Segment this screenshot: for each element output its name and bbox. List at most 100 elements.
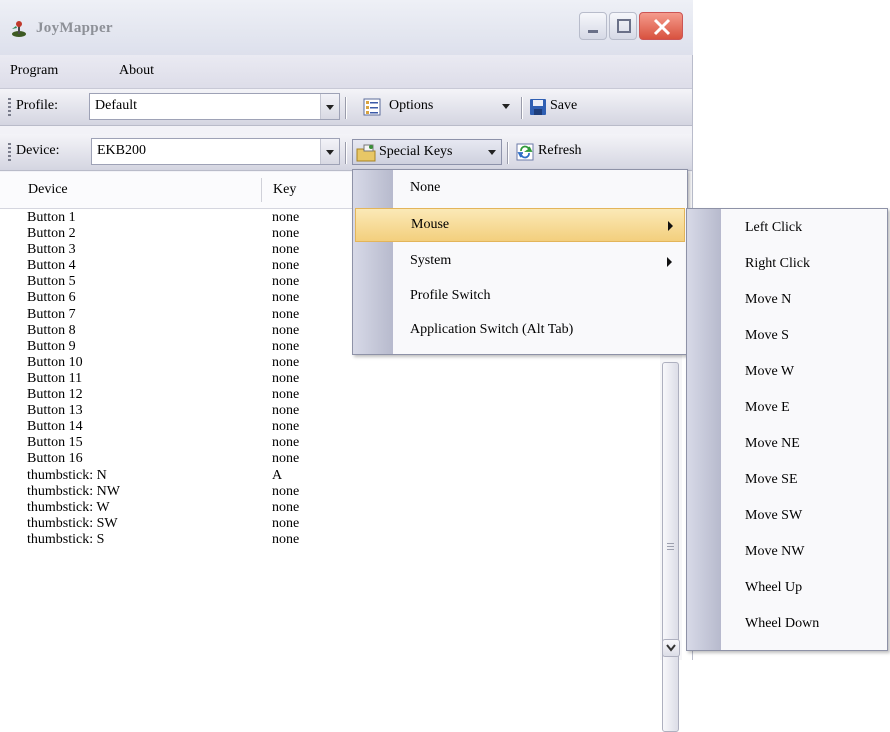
key-cell: none (272, 435, 300, 451)
submenu-item-label: Move E (745, 400, 790, 415)
device-cell: thumbstick: NW (27, 483, 120, 499)
special-keys-menu: None Mouse System Profile Switch Applica… (352, 169, 688, 355)
submenu-item[interactable]: Wheel Up (689, 571, 885, 605)
key-cell: A (272, 467, 283, 483)
toolbar-grip[interactable] (8, 98, 11, 118)
window-title: JoyMapper (36, 20, 113, 36)
profile-combobox[interactable]: Default (89, 93, 340, 120)
submenu-item[interactable]: Left Click (689, 211, 885, 245)
menu-item-profile-switch[interactable]: Profile Switch (355, 280, 685, 314)
key-cell: none (272, 274, 300, 290)
profile-value: Default (95, 98, 137, 113)
scroll-down-button[interactable] (662, 639, 680, 657)
device-combobox[interactable]: EKB200 (91, 138, 340, 165)
menu-program[interactable]: Program (10, 63, 58, 79)
submenu-item-label: Move SE (745, 472, 798, 487)
key-cell: none (272, 354, 300, 370)
profile-toolbar: Profile: Default Options Save (0, 89, 692, 126)
key-cell: none (272, 403, 300, 419)
chevron-down-icon (666, 644, 676, 652)
options-button[interactable]: Options (359, 94, 524, 120)
submenu-item[interactable]: Move N (689, 283, 885, 317)
toolbar-separator (507, 142, 509, 164)
device-label: Device: (16, 143, 60, 158)
key-cell: none (272, 483, 300, 499)
key-cell: none (272, 387, 300, 403)
menu-item-application-switch[interactable]: Application Switch (Alt Tab) (355, 314, 685, 348)
key-cell: none (272, 338, 300, 354)
column-divider[interactable] (261, 178, 262, 202)
floppy-disk-icon (530, 99, 546, 115)
chevron-down-icon[interactable] (320, 139, 339, 164)
device-toolbar: Device: EKB200 Special Keys Refresh (0, 134, 692, 171)
close-button[interactable] (639, 12, 683, 40)
chevron-down-icon (502, 104, 510, 109)
device-cell: Button 14 (27, 419, 83, 435)
device-cell: Button 7 (27, 306, 76, 322)
device-value: EKB200 (97, 143, 146, 158)
submenu-item[interactable]: Wheel Down (689, 607, 885, 641)
special-keys-button[interactable]: Special Keys (352, 139, 502, 165)
device-cell: Button 4 (27, 258, 76, 274)
submenu-item-label: Left Click (745, 220, 803, 235)
submenu-item[interactable]: Move W (689, 355, 885, 389)
device-cell: thumbstick: N (27, 467, 107, 483)
menu-about[interactable]: About (119, 63, 154, 79)
key-cell: none (272, 515, 300, 531)
submenu-item-label: Move NE (745, 436, 800, 451)
close-icon (653, 18, 671, 36)
column-header-key[interactable]: Key (273, 182, 296, 198)
submenu-item-label: Move N (745, 292, 792, 307)
title-bar[interactable]: JoyMapper (0, 0, 693, 55)
menu-item-label: None (410, 180, 441, 195)
save-button[interactable]: Save (525, 94, 605, 120)
menu-item-mouse[interactable]: Mouse (355, 208, 685, 242)
key-cell: none (272, 499, 300, 515)
column-header-device[interactable]: Device (28, 182, 68, 198)
scrollbar-thumb[interactable] (662, 362, 679, 732)
options-list-icon (363, 98, 381, 116)
submenu-item[interactable]: Move SW (689, 499, 885, 533)
key-cell: none (272, 419, 300, 435)
key-cell: none (272, 258, 300, 274)
toolbar-grip[interactable] (8, 143, 11, 163)
device-cell: Button 8 (27, 322, 76, 338)
chevron-right-icon (668, 221, 673, 231)
chevron-right-icon (667, 257, 672, 267)
submenu-item[interactable]: Move E (689, 391, 885, 425)
submenu-item[interactable]: Move NW (689, 535, 885, 569)
menu-item-none[interactable]: None (355, 172, 685, 206)
submenu-item[interactable]: Move NE (689, 427, 885, 461)
toolbar-separator (345, 142, 347, 164)
grip-icon (667, 543, 674, 550)
submenu-item-label: Wheel Up (745, 580, 803, 595)
key-cell: none (272, 290, 300, 306)
refresh-button[interactable]: Refresh (512, 139, 612, 165)
menu-item-label: System (410, 253, 452, 268)
device-cell: Button 16 (27, 451, 83, 467)
toolbar-separator (521, 97, 523, 119)
device-cell: Button 9 (27, 338, 76, 354)
mouse-submenu: Left Click Right Click Move N Move S Move W M… (686, 208, 888, 651)
options-label: Options (389, 98, 434, 113)
key-cell: none (272, 306, 300, 322)
submenu-item[interactable]: Move S (689, 319, 885, 353)
key-cell: none (272, 531, 300, 547)
maximize-icon (617, 19, 631, 33)
menu-bar: Program About (0, 55, 692, 89)
minimize-button[interactable] (579, 12, 607, 40)
device-cell: thumbstick: S (27, 531, 105, 547)
minimize-icon (588, 30, 598, 33)
chevron-down-icon (488, 150, 496, 155)
device-cell: thumbstick: W (27, 499, 110, 515)
submenu-item-label: Move S (745, 328, 789, 343)
device-cell: Button 1 (27, 210, 76, 225)
submenu-item[interactable]: Right Click (689, 247, 885, 281)
maximize-button[interactable] (609, 12, 637, 40)
menu-item-system[interactable]: System (355, 245, 685, 279)
joystick-icon (12, 21, 26, 37)
submenu-item[interactable]: Move SE (689, 463, 885, 497)
device-cell: Button 5 (27, 274, 76, 290)
chevron-down-icon[interactable] (320, 94, 339, 119)
device-cell: Button 15 (27, 435, 83, 451)
